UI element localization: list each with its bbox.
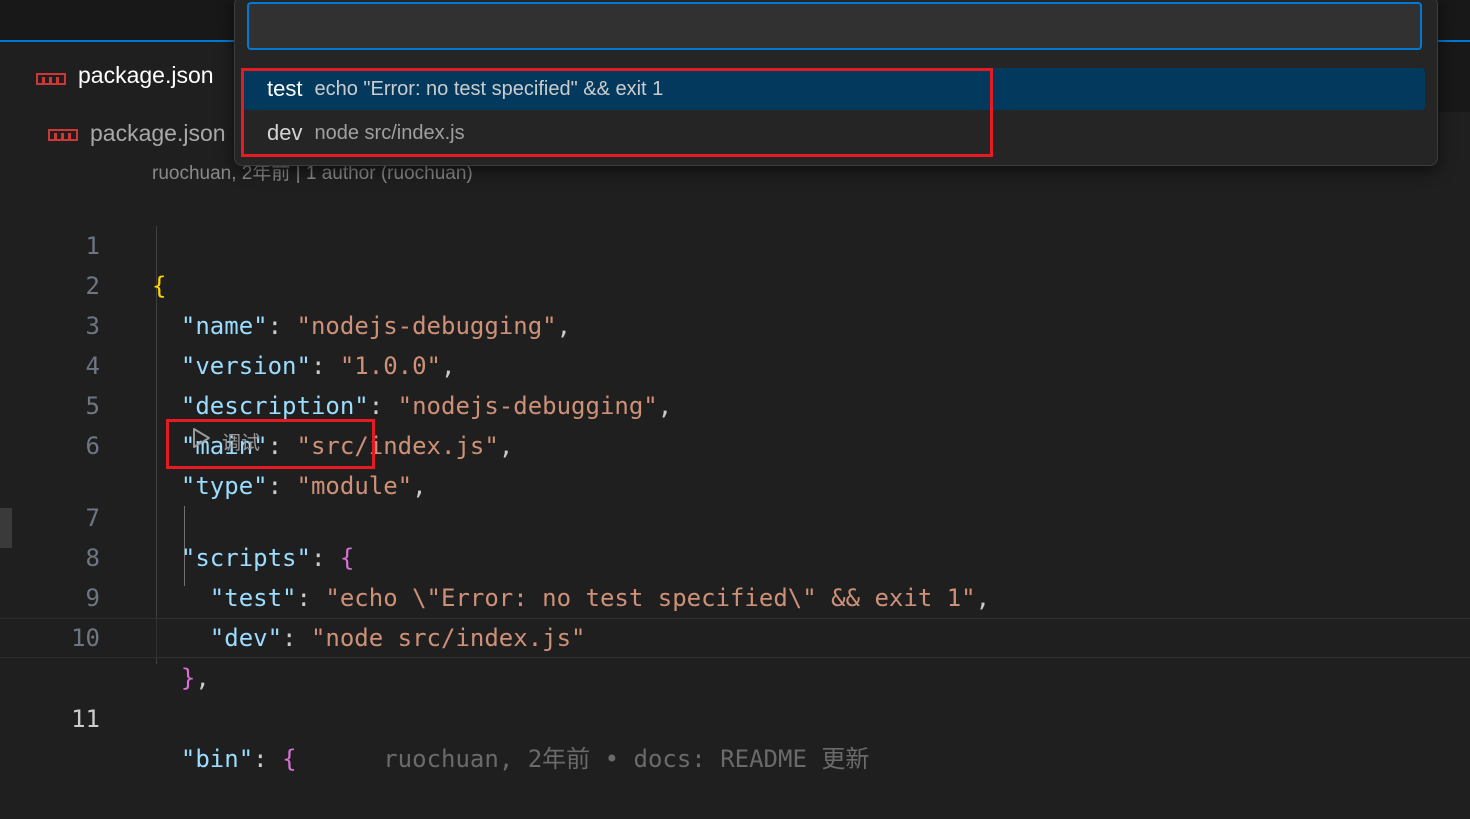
code-line: 5 "main": "src/index.js", [0, 346, 1470, 460]
code-line: 1 { [0, 186, 1470, 300]
code-line: 3 "version": "1.0.0", [0, 266, 1470, 380]
json-key: "bin" [180, 745, 254, 773]
colon: : [253, 745, 283, 773]
code-line: 2 "name": "nodejs-debugging", [0, 226, 1470, 340]
code-line: 4 "description": "nodejs-debugging", [0, 306, 1470, 420]
code-line: 9 "dev": "node src/index.js" [0, 538, 1470, 652]
git-blame-inline[interactable]: ruochuan, 2年前 • docs: README 更新 [383, 745, 869, 773]
current-line-highlight [156, 618, 1470, 658]
quick-pick-input[interactable] [247, 2, 1422, 50]
code-line-current: 11 "bin": { ruochuan, 2年前 • docs: README… [0, 618, 1470, 773]
highlight-box-scripts [241, 68, 993, 157]
bracket: } [180, 664, 196, 692]
bracket: { [282, 745, 297, 773]
code-line: 8 "test": "echo \"Error: no test specifi… [0, 498, 1470, 612]
comma: , [195, 664, 210, 692]
code-line: 10 }, [0, 578, 1470, 692]
highlight-box-codelens [166, 419, 375, 469]
comma: , [498, 432, 514, 460]
line-number: 11 [71, 705, 100, 733]
